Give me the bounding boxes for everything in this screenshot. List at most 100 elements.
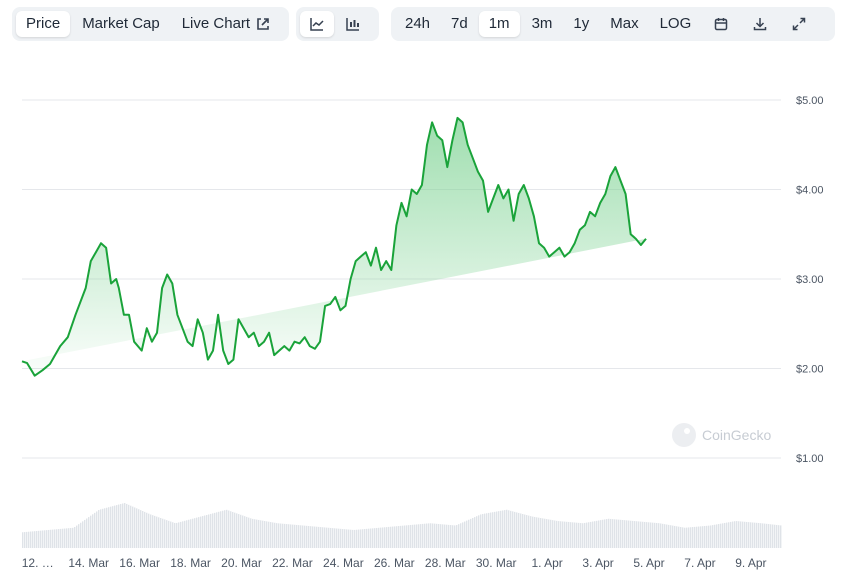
volume-bar <box>174 522 176 548</box>
volume-bar <box>404 525 406 548</box>
volume-bar <box>226 509 228 548</box>
volume-bar <box>370 528 372 548</box>
volume-bar <box>86 518 88 548</box>
volume-bar <box>224 510 226 548</box>
volume-bar <box>88 517 90 548</box>
volume-bar <box>744 521 746 548</box>
volume-bar <box>484 513 486 548</box>
volume-bar <box>374 528 376 548</box>
volume-bar <box>694 526 696 548</box>
volume-bar <box>322 527 324 548</box>
volume-bar <box>412 524 414 548</box>
volume-bar <box>502 510 504 548</box>
volume-bar <box>686 527 688 548</box>
volume-bar <box>736 521 738 548</box>
x-tick-label: 14. Mar <box>68 556 109 570</box>
volume-bar <box>78 524 80 548</box>
volume-bar <box>700 526 702 548</box>
volume-bar <box>390 526 392 548</box>
volume-bar <box>550 519 552 548</box>
volume-bar <box>546 519 548 548</box>
volume-bar <box>232 511 234 548</box>
volume-bar <box>300 525 302 548</box>
volume-bar <box>586 522 588 548</box>
volume-bar <box>238 514 240 548</box>
volume-bar <box>708 525 710 548</box>
volume-bar <box>726 522 728 548</box>
volume-bar <box>520 513 522 548</box>
volume-bar <box>768 524 770 548</box>
coingecko-logo-icon <box>672 423 696 447</box>
x-tick-label: 18. Mar <box>170 556 211 570</box>
volume-bar <box>82 521 84 548</box>
volume-bar <box>338 528 340 548</box>
volume-bar <box>522 514 524 548</box>
x-tick-label: 24. Mar <box>323 556 364 570</box>
volume-bar <box>716 524 718 548</box>
volume-bar <box>268 521 270 548</box>
volume-bar <box>514 511 516 548</box>
volume-bar <box>706 525 708 548</box>
volume-bar <box>194 518 196 548</box>
volume-bar <box>602 519 604 548</box>
volume-bar <box>472 517 474 548</box>
volume-bar <box>696 526 698 548</box>
volume-bar <box>456 525 458 548</box>
volume-bar <box>328 527 330 548</box>
volume-bar <box>254 519 256 548</box>
volume-bar <box>200 516 202 548</box>
volume-bar <box>596 520 598 548</box>
volume-bar <box>74 527 76 548</box>
volume-bar <box>262 520 264 548</box>
volume-bar <box>584 522 586 548</box>
volume-bar <box>278 523 280 548</box>
volume-bar <box>606 519 608 548</box>
volume-bar <box>102 508 104 548</box>
volume-bar <box>488 512 490 548</box>
volume-bar <box>30 531 32 548</box>
volume-bar <box>410 524 412 548</box>
y-tick-label: $2.00 <box>796 364 824 376</box>
volume-bar <box>336 528 338 548</box>
volume-bar <box>376 527 378 548</box>
volume-bar <box>198 517 200 548</box>
volume-bar <box>66 528 68 548</box>
volume-bar <box>154 515 156 548</box>
volume-bar <box>468 519 470 548</box>
volume-bar <box>384 527 386 548</box>
volume-bar <box>712 525 714 548</box>
volume-bar <box>388 526 390 548</box>
volume-bar <box>90 515 92 548</box>
volume-bar <box>460 523 462 548</box>
x-tick-label: 7. Apr <box>684 556 715 570</box>
volume-bar <box>780 525 782 548</box>
volume-bar <box>570 522 572 548</box>
volume-bar <box>730 521 732 548</box>
watermark-text: CoinGecko <box>702 427 771 443</box>
volume-bar <box>778 525 780 548</box>
volume-bar <box>438 523 440 548</box>
volume-bar <box>720 523 722 548</box>
volume-bar <box>306 525 308 548</box>
volume-bar <box>320 527 322 548</box>
volume-bar <box>458 524 460 548</box>
volume-bar <box>136 508 138 548</box>
volume-bar <box>304 525 306 548</box>
volume-bar <box>310 526 312 548</box>
volume-bar <box>478 515 480 548</box>
volume-bar <box>414 524 416 548</box>
volume-bar <box>170 521 172 548</box>
volume-bar <box>236 513 238 548</box>
volume-bar <box>710 525 712 548</box>
volume-bar <box>450 525 452 548</box>
volume-bar <box>428 523 430 548</box>
volume-bar <box>612 519 614 548</box>
volume-bar <box>284 523 286 548</box>
volume-bar <box>38 530 40 548</box>
volume-bar <box>560 521 562 548</box>
volume-bar <box>474 517 476 548</box>
volume-bar <box>532 516 534 548</box>
volume-bar <box>332 528 334 548</box>
volume-bar <box>258 519 260 548</box>
volume-bar <box>614 519 616 548</box>
